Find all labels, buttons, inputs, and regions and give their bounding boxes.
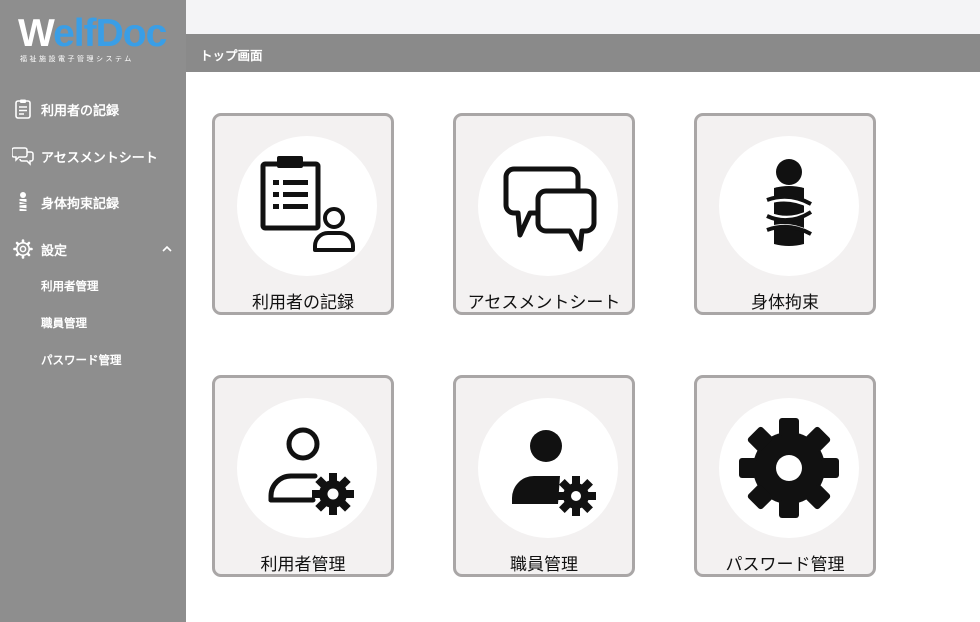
tile-restraint[interactable]: 身体拘束 bbox=[694, 113, 876, 315]
tile-label: 身体拘束 bbox=[751, 293, 819, 313]
tile-label: 利用者管理 bbox=[260, 555, 346, 575]
user-gear-outline-icon bbox=[268, 427, 354, 515]
chevron-up-icon[interactable] bbox=[160, 242, 174, 256]
sidebar-subitem-staff-management[interactable]: 職員管理 bbox=[41, 315, 87, 331]
tile-assessment[interactable]: アセスメントシート bbox=[453, 113, 635, 315]
user-gear-solid-icon bbox=[512, 430, 596, 516]
logo-rest: elfDoc bbox=[53, 12, 167, 55]
tile-user-management[interactable]: 利用者管理 bbox=[212, 375, 394, 577]
clipboard-user-icon bbox=[260, 156, 355, 252]
logo-wordmark: WelfDoc bbox=[18, 12, 167, 56]
sidebar-item-assessment[interactable]: アセスメントシート bbox=[0, 136, 186, 176]
restrained-person-icon bbox=[17, 192, 29, 211]
restrained-person-icon bbox=[766, 159, 813, 246]
sidebar-item-user-records[interactable]: 利用者の記録 bbox=[0, 89, 186, 129]
sidebar-item-label: 身体拘束記録 bbox=[41, 196, 120, 212]
sidebar-item-label: 利用者の記録 bbox=[41, 103, 120, 119]
sidebar-item-restraint-records[interactable]: 身体拘束記録 bbox=[0, 182, 186, 222]
page-title: トップ画面 bbox=[200, 48, 263, 63]
tile-label: アセスメントシート bbox=[467, 293, 621, 313]
gear-icon bbox=[739, 418, 839, 518]
tile-staff-management[interactable]: 職員管理 bbox=[453, 375, 635, 577]
sidebar-subitem-user-management[interactable]: 利用者管理 bbox=[41, 278, 99, 294]
top-bar bbox=[186, 0, 980, 34]
tile-label: パスワード管理 bbox=[725, 555, 845, 575]
tile-label: 職員管理 bbox=[510, 555, 578, 575]
sidebar-item-settings[interactable]: 設定 bbox=[0, 229, 186, 269]
speech-bubbles-icon bbox=[12, 147, 34, 166]
tile-user-records[interactable]: 利用者の記録 bbox=[212, 113, 394, 315]
tile-label: 利用者の記録 bbox=[252, 293, 354, 313]
sidebar: WelfDoc 福祉施設電子管理システム 利用者の記録 アセスメントシート 身体… bbox=[0, 0, 186, 622]
sidebar-item-label: 設定 bbox=[41, 243, 68, 259]
logo[interactable]: WelfDoc 福祉施設電子管理システム bbox=[18, 12, 170, 64]
sidebar-item-label: アセスメントシート bbox=[41, 150, 158, 166]
tile-password-management[interactable]: パスワード管理 bbox=[694, 375, 876, 577]
title-bar: トップ画面 bbox=[186, 34, 980, 72]
speech-bubbles-icon bbox=[503, 166, 597, 252]
logo-initial: W bbox=[18, 12, 54, 55]
sidebar-subitem-password-management[interactable]: パスワード管理 bbox=[41, 352, 122, 368]
logo-subtitle: 福祉施設電子管理システム bbox=[20, 55, 134, 63]
gear-icon bbox=[13, 239, 33, 259]
clipboard-icon bbox=[15, 99, 31, 119]
